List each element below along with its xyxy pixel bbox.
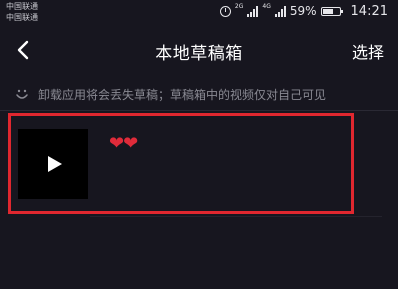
- signal-icon: [247, 5, 259, 17]
- carrier-name-secondary: 中国联通: [6, 13, 38, 22]
- draft-caption: ❤❤: [109, 133, 138, 154]
- divider: [0, 110, 398, 111]
- smile-icon: [14, 86, 30, 102]
- status-time: 14:21: [350, 3, 388, 19]
- draft-item[interactable]: ❤❤: [8, 113, 354, 214]
- battery-icon: [320, 6, 343, 16]
- status-bar: 中国联通 中国联通 2G 4G 59% 14:21: [0, 0, 398, 28]
- carrier-name: 中国联通: [6, 2, 38, 11]
- list-divider: [90, 216, 382, 217]
- nav-bar: 本地草稿箱 选择: [0, 30, 398, 70]
- play-icon: [48, 156, 62, 172]
- network-type-label: 2G: [234, 3, 244, 10]
- draft-notice: 卸载应用将会丢失草稿；草稿箱中的视频仅对自己可见: [14, 84, 326, 104]
- network-type-label: 4G: [262, 3, 271, 10]
- battery-percent: 59%: [289, 4, 317, 18]
- video-thumbnail[interactable]: [18, 129, 88, 199]
- select-button[interactable]: 选择: [352, 39, 384, 63]
- status-indicators: 2G 4G 59% 14:21: [219, 3, 388, 19]
- notice-text: 卸载应用将会丢失草稿；草稿箱中的视频仅对自己可见: [38, 87, 327, 102]
- page-title: 本地草稿箱: [155, 44, 243, 64]
- signal-icon: [274, 5, 286, 17]
- alarm-icon: [219, 5, 231, 17]
